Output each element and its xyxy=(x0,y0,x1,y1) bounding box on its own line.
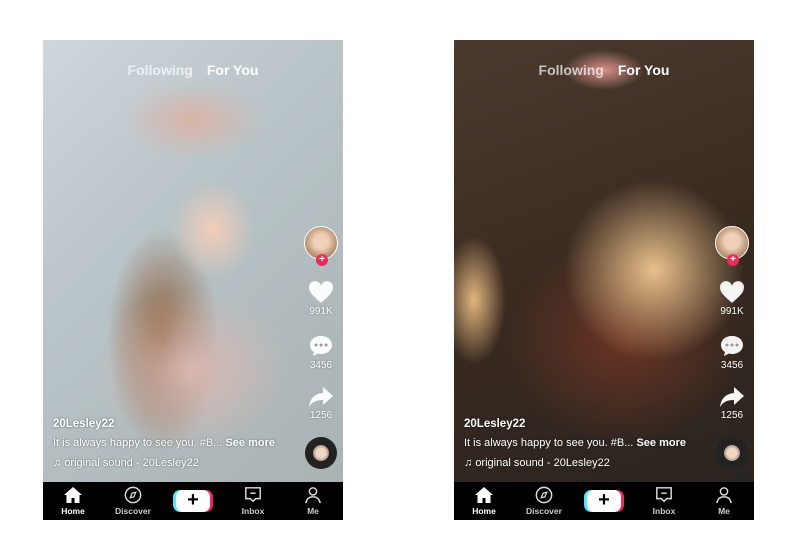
caption-text: It is always happy to see you. #B... xyxy=(464,437,634,449)
comment-icon xyxy=(721,336,743,356)
share-count: 1256 xyxy=(720,410,744,421)
sound-disc[interactable] xyxy=(305,437,337,469)
share-icon xyxy=(309,387,333,407)
caption: It is always happy to see you. #B... See… xyxy=(53,437,275,449)
tab-for-you[interactable]: For You xyxy=(618,62,670,78)
profile-icon xyxy=(716,487,732,504)
share-icon xyxy=(720,387,744,407)
sound-disc-avatar xyxy=(313,445,329,461)
heart-icon xyxy=(309,281,333,303)
sound-info[interactable]: ♫ original sound - 20Lesley22 xyxy=(53,457,275,469)
sound-name: original sound - 20Lesley22 xyxy=(64,457,199,469)
nav-discover[interactable]: Discover xyxy=(514,486,574,516)
nav-inbox-label: Inbox xyxy=(241,506,265,516)
tab-following[interactable]: Following xyxy=(128,62,193,78)
see-more-link[interactable]: See more xyxy=(225,437,275,449)
nav-me-label: Me xyxy=(718,506,730,516)
video-info: 20Lesley22 It is always happy to see you… xyxy=(464,418,686,469)
nav-inbox-label: Inbox xyxy=(652,506,676,516)
video-screen-1: Following For You + 991K 3456 1256 20Lesl… xyxy=(43,40,343,520)
tab-for-you[interactable]: For You xyxy=(207,62,259,78)
tab-following[interactable]: Following xyxy=(539,62,604,78)
feed-tabs: Following For You xyxy=(43,62,343,78)
compass-icon xyxy=(124,486,142,504)
video-frame[interactable] xyxy=(43,40,343,482)
creator-avatar[interactable]: + xyxy=(304,226,338,266)
username[interactable]: 20Lesley22 xyxy=(464,418,686,430)
see-more-link[interactable]: See more xyxy=(636,437,686,449)
follow-plus-icon[interactable]: + xyxy=(316,254,328,266)
like-button[interactable]: 991K xyxy=(716,280,748,317)
heart-icon xyxy=(720,281,744,303)
video-screen-2: Following For You + 991K 3456 1256 20Lesl… xyxy=(454,40,754,520)
create-plus-icon: + xyxy=(176,490,210,512)
creator-avatar[interactable]: + xyxy=(715,226,749,266)
like-count: 991K xyxy=(720,306,744,317)
nav-create[interactable]: + xyxy=(574,490,634,512)
sound-disc[interactable] xyxy=(716,437,748,469)
sound-info[interactable]: ♫ original sound - 20Lesley22 xyxy=(464,457,686,469)
feed-tabs: Following For You xyxy=(454,62,754,78)
nav-inbox[interactable]: Inbox xyxy=(223,486,283,516)
share-button[interactable]: 1256 xyxy=(305,386,337,421)
comment-button[interactable]: 3456 xyxy=(305,334,337,371)
nav-me[interactable]: Me xyxy=(694,486,754,516)
nav-me-label: Me xyxy=(307,506,319,516)
sound-disc-avatar xyxy=(724,445,740,461)
comment-icon xyxy=(310,336,332,356)
sound-name: original sound - 20Lesley22 xyxy=(475,457,610,469)
create-plus-icon: + xyxy=(587,490,621,512)
video-info: 20Lesley22 It is always happy to see you… xyxy=(53,418,275,469)
inbox-icon xyxy=(656,487,672,503)
nav-discover-label: Discover xyxy=(526,506,562,516)
like-button[interactable]: 991K xyxy=(305,280,337,317)
username[interactable]: 20Lesley22 xyxy=(53,418,275,430)
inbox-icon xyxy=(245,487,261,503)
profile-icon xyxy=(305,487,321,504)
like-count: 991K xyxy=(309,306,333,317)
nav-create[interactable]: + xyxy=(163,490,223,512)
caption: It is always happy to see you. #B... See… xyxy=(464,437,686,449)
nav-inbox[interactable]: Inbox xyxy=(634,486,694,516)
comment-count: 3456 xyxy=(309,360,333,371)
home-icon xyxy=(64,487,82,503)
music-note-icon: ♫ xyxy=(464,457,473,469)
comment-button[interactable]: 3456 xyxy=(716,334,748,371)
nav-home[interactable]: Home xyxy=(43,486,103,516)
video-frame[interactable] xyxy=(454,40,754,482)
nav-discover[interactable]: Discover xyxy=(103,486,163,516)
bottom-nav: Home Discover + Inbox Me xyxy=(454,482,754,520)
nav-home-label: Home xyxy=(61,506,85,516)
compass-icon xyxy=(535,486,553,504)
music-note-icon: ♫ xyxy=(53,457,62,469)
home-icon xyxy=(475,487,493,503)
nav-home-label: Home xyxy=(472,506,496,516)
nav-discover-label: Discover xyxy=(115,506,151,516)
caption-text: It is always happy to see you. #B... xyxy=(53,437,223,449)
comment-count: 3456 xyxy=(720,360,744,371)
share-button[interactable]: 1256 xyxy=(716,386,748,421)
follow-plus-icon[interactable]: + xyxy=(727,254,739,266)
bottom-nav: Home Discover + Inbox Me xyxy=(43,482,343,520)
share-count: 1256 xyxy=(309,410,333,421)
nav-home[interactable]: Home xyxy=(454,486,514,516)
nav-me[interactable]: Me xyxy=(283,486,343,516)
